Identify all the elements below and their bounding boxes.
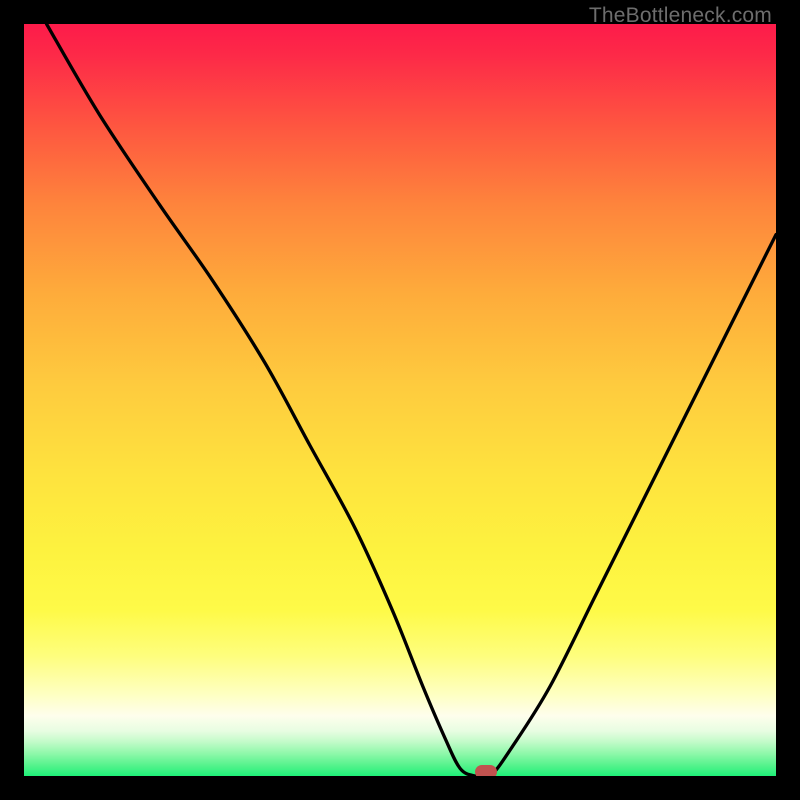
optimal-marker bbox=[475, 765, 497, 776]
chart-container: TheBottleneck.com bbox=[0, 0, 800, 800]
bottleneck-curve bbox=[24, 24, 776, 776]
plot-area bbox=[24, 24, 776, 776]
watermark-text: TheBottleneck.com bbox=[589, 4, 772, 28]
